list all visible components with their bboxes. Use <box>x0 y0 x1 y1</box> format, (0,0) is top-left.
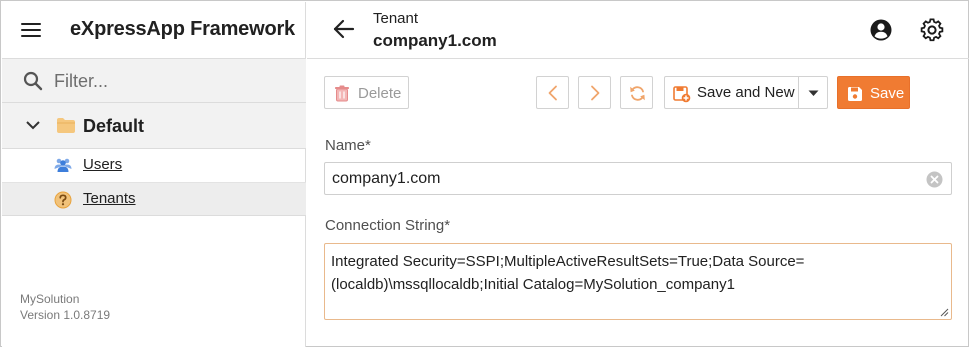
app-header: eXpressApp Framework <box>2 2 306 59</box>
delete-button-label: Delete <box>358 85 402 102</box>
nav-group-label: Default <box>83 116 145 136</box>
sidebar-item-users[interactable]: Users <box>2 149 306 182</box>
connection-string-label: Connection String* <box>325 217 451 234</box>
folder-icon <box>57 118 75 133</box>
name-field <box>324 162 952 195</box>
gear-icon[interactable] <box>919 17 945 43</box>
save-button-label: Save <box>870 85 905 102</box>
account-icon[interactable] <box>869 18 893 42</box>
back-arrow-icon[interactable] <box>332 17 356 41</box>
sidebar-item-label: Tenants <box>83 190 136 207</box>
connection-string-input[interactable] <box>331 250 931 314</box>
app-window: eXpressApp Framework Default <box>0 0 969 347</box>
view-header: Tenant company1.com <box>307 2 969 59</box>
save-and-new-button[interactable]: Save and New <box>664 76 799 109</box>
chevron-down-icon <box>26 121 40 130</box>
navigation-panel: eXpressApp Framework Default <box>2 2 306 347</box>
version-text: Version 1.0.8719 <box>20 308 111 322</box>
name-input[interactable] <box>332 168 912 190</box>
next-object-button[interactable] <box>578 76 611 109</box>
previous-object-button[interactable] <box>536 76 569 109</box>
caret-down-icon <box>808 90 819 96</box>
delete-button[interactable]: Delete <box>324 76 409 109</box>
app-title: eXpressApp Framework <box>70 18 295 40</box>
app-footer: MySolution Version 1.0.8719 <box>20 291 110 323</box>
detail-view: Tenant company1.com Delete Save and New … <box>307 2 969 347</box>
trash-icon <box>335 85 349 102</box>
save-icon <box>848 87 862 101</box>
connection-string-field <box>324 243 952 320</box>
users-icon <box>54 158 72 172</box>
refresh-button[interactable] <box>620 76 653 109</box>
object-type-caption: Tenant <box>373 10 419 27</box>
menu-icon[interactable] <box>20 20 42 40</box>
nav-group-default[interactable]: Default <box>2 103 306 149</box>
save-and-new-label: Save and New <box>697 84 795 101</box>
page-title: company1.com <box>373 31 497 50</box>
save-new-icon <box>673 86 691 103</box>
name-field-label: Name* <box>325 137 371 154</box>
filter-input[interactable] <box>54 67 294 95</box>
solution-name: MySolution <box>20 292 80 306</box>
search-icon <box>23 71 43 91</box>
navigation-filter <box>2 59 306 103</box>
chevron-right-icon <box>591 85 600 101</box>
clear-icon[interactable] <box>926 171 943 188</box>
chevron-left-icon <box>548 85 557 101</box>
sidebar-item-label: Users <box>83 156 123 173</box>
save-options-dropdown[interactable] <box>799 76 828 109</box>
resize-grip-icon[interactable] <box>939 307 949 317</box>
sidebar-item-tenants[interactable]: Tenants <box>2 182 306 216</box>
save-button[interactable]: Save <box>837 76 910 109</box>
refresh-icon <box>630 86 645 101</box>
question-icon <box>54 191 72 209</box>
